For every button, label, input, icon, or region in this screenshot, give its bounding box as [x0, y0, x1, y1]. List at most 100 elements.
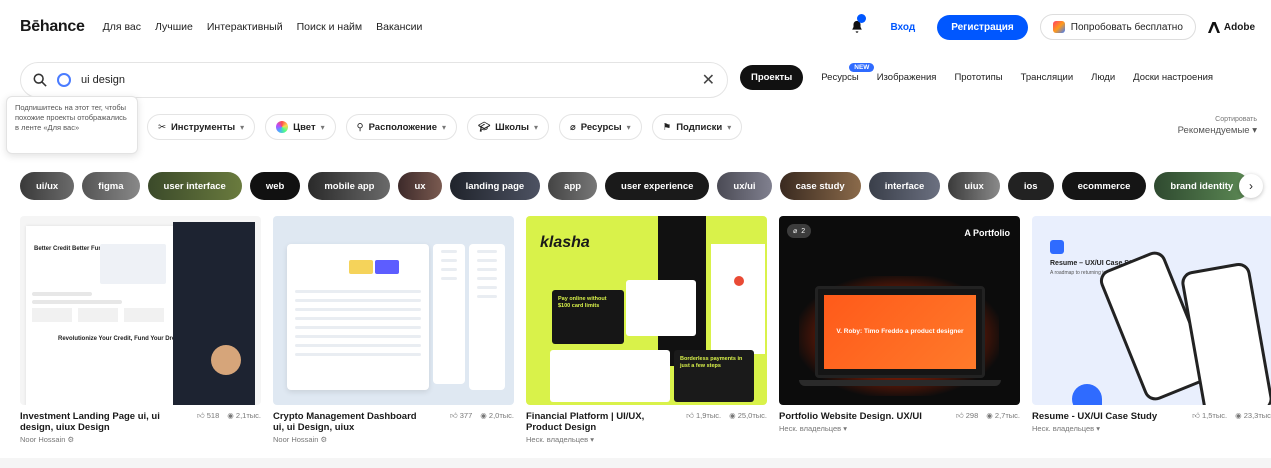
filter-color-label: Цвет — [293, 121, 316, 133]
eye-icon: ◉ — [729, 411, 736, 420]
project-title[interactable]: Crypto Management Dashboard ui, ui Desig… — [273, 411, 423, 433]
tag-chip[interactable]: mobile app — [308, 172, 391, 200]
search-input[interactable] — [81, 74, 692, 86]
owner-name: Noor Hossain — [20, 435, 66, 444]
paperclip-icon: ⌀ — [570, 121, 576, 133]
project-title[interactable]: Portfolio Website Design. UX/UI — [779, 411, 922, 422]
chevron-right-icon[interactable]: › — [1239, 174, 1263, 198]
thumb-laptop-base — [799, 380, 1001, 386]
filter-subscriptions-label: Подписки — [676, 121, 723, 133]
chevron-down-icon: ▾ — [727, 122, 732, 132]
project-card[interactable]: Better Credit Better Funding Revolutioni… — [20, 216, 261, 444]
nav-best[interactable]: Лучшие — [155, 21, 193, 33]
project-thumbnail[interactable]: V. Roby: Timo Freddo a product designer … — [779, 216, 1020, 405]
subscription-icon: ⚑ — [662, 121, 672, 133]
filter-schools[interactable]: 🎓︎ Школы ▾ — [467, 114, 550, 140]
tag-chip[interactable]: ios — [1007, 172, 1054, 200]
owner-name: Неск. владельцев — [779, 424, 842, 433]
tag-chip[interactable]: ux — [398, 172, 442, 200]
tag-chip[interactable]: app — [548, 172, 598, 200]
nav-jobs[interactable]: Вакансии — [376, 21, 422, 33]
views-count: ◉ 23,3тыс. — [1235, 411, 1271, 422]
notification-dot — [857, 14, 867, 23]
header-actions: Вход Регистрация Попробовать бесплатно A… — [846, 14, 1255, 40]
project-owner[interactable]: Noor Hossain ⚙ — [273, 435, 514, 444]
nav-hire[interactable]: Поиск и найм — [297, 21, 363, 33]
thumb-laptop-screen: V. Roby: Timo Freddo a product designer — [824, 295, 976, 369]
scope-streams[interactable]: Трансляции — [1021, 65, 1074, 90]
tag-chip[interactable]: landing page — [449, 172, 541, 200]
eye-icon: ◉ — [480, 411, 487, 420]
sort-dropdown[interactable]: Сортировать Рекомендуемые ▾ — [1178, 116, 1257, 136]
try-free-button[interactable]: Попробовать бесплатно — [1039, 14, 1196, 40]
chevron-down-icon: ▾ — [240, 122, 245, 132]
project-title[interactable]: Financial Platform | UI/UX, Product Desi… — [526, 411, 676, 433]
project-owner[interactable]: Неск. владельцев ▾ — [526, 435, 767, 444]
project-card[interactable]: klasha Pay online without $100 card limi… — [526, 216, 767, 444]
tag-chip[interactable]: ecommerce — [1061, 172, 1147, 200]
graduation-cap-icon: 🎓︎ — [478, 121, 491, 133]
behance-logo[interactable]: Bēhance — [20, 18, 85, 36]
scope-moodboards[interactable]: Доски настроения — [1133, 65, 1213, 90]
tag-chip[interactable]: ux/ui — [717, 172, 772, 200]
follow-tag-icon[interactable] — [57, 73, 71, 87]
project-stats: 👍︎ 298 ◉ 2,7тыс. — [956, 411, 1020, 422]
project-owner[interactable]: Noor Hossain ⚙ — [20, 435, 261, 444]
scope-people[interactable]: Люди — [1091, 65, 1115, 90]
project-thumbnail[interactable]: klasha Pay online without $100 card limi… — [526, 216, 767, 405]
filter-location[interactable]: ⚲ Расположение ▾ — [345, 114, 458, 140]
thumb-lines — [469, 250, 505, 298]
tag-chip[interactable]: web — [249, 172, 301, 200]
eye-icon: ◉ — [227, 411, 234, 420]
filter-tools[interactable]: ✂ Инструменты ▾ — [147, 114, 256, 140]
project-thumbnail[interactable] — [273, 216, 514, 405]
thumb-dashboard — [287, 244, 429, 390]
bottom-strip — [0, 458, 1271, 468]
scope-projects[interactable]: Проекты — [740, 65, 804, 90]
thumb-label: A Portfolio — [964, 228, 1010, 238]
register-button[interactable]: Регистрация — [937, 14, 1028, 40]
clear-search-icon[interactable]: ✕ — [702, 70, 715, 90]
scope-images[interactable]: Изображения — [877, 65, 937, 90]
chevron-down-icon: ▾ — [626, 122, 631, 132]
tag-chip[interactable]: interface — [868, 172, 941, 200]
views-value: 2,7тыс. — [994, 411, 1020, 420]
project-owner[interactable]: Неск. владельцев ▾ — [1032, 424, 1271, 433]
project-card[interactable]: V. Roby: Timo Freddo a product designer … — [779, 216, 1020, 444]
views-count: ◉ 2,1тыс. — [227, 411, 261, 433]
nav-for-you[interactable]: Для вас — [103, 21, 141, 33]
chevron-down-icon: ▾ — [442, 122, 447, 132]
tag-chip[interactable]: brand identity — [1154, 172, 1250, 200]
filter-subscriptions[interactable]: ⚑ Подписки ▾ — [651, 114, 743, 140]
project-title[interactable]: Resume - UX/UI Case Study — [1032, 411, 1157, 422]
adobe-link[interactable]: Adobe — [1207, 21, 1255, 33]
search-bar[interactable]: ✕ — [20, 62, 728, 98]
tag-chip[interactable]: case study — [779, 172, 861, 200]
scope-prototypes[interactable]: Прототипы — [954, 65, 1002, 90]
project-owner[interactable]: Неск. владельцев ▾ — [779, 424, 1020, 433]
login-button[interactable]: Вход — [880, 16, 925, 39]
tag-chip[interactable]: uiux — [948, 172, 1000, 200]
thumb-line — [32, 300, 122, 304]
project-card[interactable]: Resume – UX/UI Case Study A roadmap to r… — [1032, 216, 1271, 444]
thumb-blue-card — [375, 260, 399, 274]
project-thumbnail[interactable]: Better Credit Better Funding Revolutioni… — [20, 216, 261, 405]
nav-interactive[interactable]: Интерактивный — [207, 21, 283, 33]
tag-chip[interactable]: user experience — [605, 172, 710, 200]
filter-color[interactable]: Цвет ▾ — [265, 114, 336, 140]
notifications-icon[interactable] — [846, 14, 868, 38]
search-scopes: Проекты Ресурсы NEW Изображения Прототип… — [740, 63, 1213, 90]
project-title[interactable]: Investment Landing Page ui, ui design, u… — [20, 411, 170, 433]
project-card[interactable]: Crypto Management Dashboard ui, ui Desig… — [273, 216, 514, 444]
tag-chip[interactable]: figma — [82, 172, 140, 200]
filter-tools-label: Инструменты — [170, 121, 236, 133]
card-meta: Resume - UX/UI Case Study 👍︎ 1,5тыс. ◉ 2… — [1032, 411, 1271, 422]
filter-resources[interactable]: ⌀ Ресурсы ▾ — [559, 114, 642, 140]
search-icon[interactable] — [33, 73, 47, 87]
scope-resources[interactable]: Ресурсы NEW — [821, 63, 875, 90]
likes-count: 👍︎ 377 — [450, 411, 472, 433]
project-thumbnail[interactable]: Resume – UX/UI Case Study A roadmap to r… — [1032, 216, 1271, 405]
multi-image-badge: ⌀ 2 — [787, 224, 812, 238]
tag-chip[interactable]: ui/ux — [20, 172, 75, 200]
tag-chip[interactable]: user interface — [147, 172, 242, 200]
